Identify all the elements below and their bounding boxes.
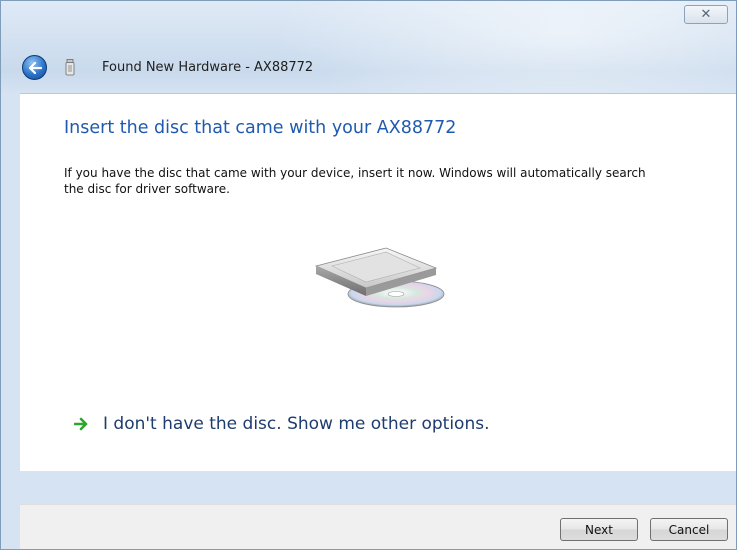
close-button[interactable]: ✕ xyxy=(684,5,728,24)
window-title: Found New Hardware - AX88772 xyxy=(102,60,314,75)
close-icon: ✕ xyxy=(700,7,712,22)
next-button[interactable]: Next xyxy=(560,518,638,541)
no-disc-option-label: I don't have the disc. Show me other opt… xyxy=(103,414,490,434)
instruction-text: If you have the disc that came with your… xyxy=(64,166,646,196)
cancel-button[interactable]: Cancel xyxy=(650,518,728,541)
page-heading: Insert the disc that came with your AX88… xyxy=(64,118,457,138)
content-panel: Insert the disc that came with your AX88… xyxy=(20,93,736,471)
wizard-window: ✕ Found New Hardware - AX88772 Insert th… xyxy=(0,0,737,550)
button-bar: Next Cancel xyxy=(20,504,736,549)
back-arrow-icon xyxy=(28,61,42,74)
back-button[interactable] xyxy=(22,55,47,80)
usb-device-icon xyxy=(65,59,75,76)
green-arrow-icon xyxy=(74,417,88,431)
disc-drive-icon xyxy=(314,247,445,308)
no-disc-option-link[interactable]: I don't have the disc. Show me other opt… xyxy=(74,414,489,434)
